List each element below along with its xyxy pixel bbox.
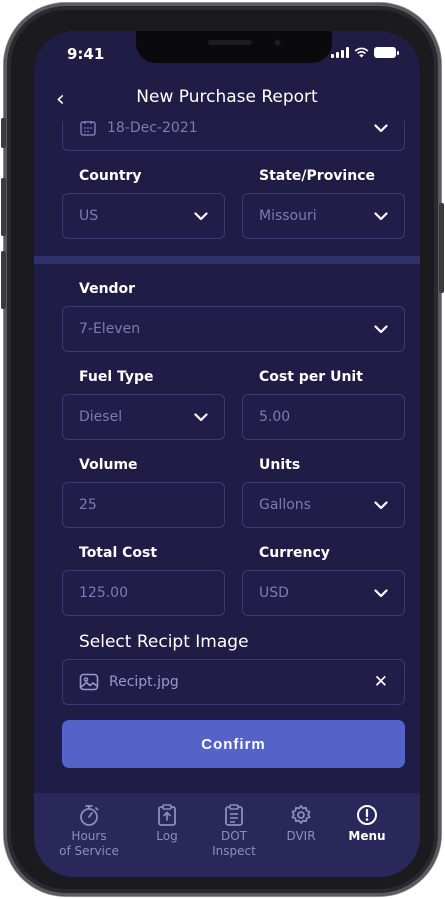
tab-label: Inspect bbox=[212, 844, 256, 858]
vendor-value: 7-Eleven bbox=[79, 321, 141, 337]
volume-down-button bbox=[1, 251, 6, 309]
fuel-type-label: Fuel Type bbox=[79, 369, 154, 385]
tab-dvir[interactable]: DVIR bbox=[276, 803, 326, 844]
chevron-down-icon bbox=[374, 121, 388, 135]
clipboard-list-icon bbox=[225, 804, 243, 826]
chevron-down-icon bbox=[374, 586, 388, 600]
battery-icon bbox=[374, 47, 399, 58]
country-value: US bbox=[79, 208, 99, 224]
state-value: Missouri bbox=[259, 208, 317, 224]
tab-label: DVIR bbox=[286, 829, 316, 843]
country-label: Country bbox=[79, 168, 142, 184]
total-cost-value: 125.00 bbox=[79, 585, 128, 601]
calendar-icon bbox=[80, 121, 96, 136]
wifi-icon bbox=[354, 47, 369, 58]
currency-label: Currency bbox=[259, 545, 330, 561]
confirm-button[interactable]: Confirm bbox=[62, 720, 405, 768]
units-value: Gallons bbox=[259, 497, 311, 513]
section-divider bbox=[34, 256, 420, 264]
volume-input[interactable]: 25 bbox=[62, 482, 225, 528]
stopwatch-icon bbox=[80, 805, 99, 826]
tab-label: Hours bbox=[71, 829, 107, 843]
chevron-down-icon bbox=[194, 410, 208, 424]
tab-label: of Service bbox=[59, 844, 119, 858]
date-value: 18-Dec-2021 bbox=[107, 121, 198, 136]
state-select[interactable]: Missouri bbox=[242, 193, 405, 239]
bottom-tab-bar: Hours of Service Log DOT Inspect DVIR Me… bbox=[34, 793, 420, 877]
volume-up-button bbox=[1, 178, 6, 236]
gear-icon bbox=[291, 805, 311, 824]
vendor-label: Vendor bbox=[79, 281, 136, 297]
state-label: State/Province bbox=[259, 168, 375, 184]
clear-file-button[interactable]: ✕ bbox=[374, 672, 388, 692]
info-icon bbox=[357, 805, 377, 825]
total-cost-label: Total Cost bbox=[79, 545, 158, 561]
country-select[interactable]: US bbox=[62, 193, 225, 239]
chevron-down-icon bbox=[374, 322, 388, 336]
cost-per-unit-value: 5.00 bbox=[259, 409, 291, 425]
phone-frame: 9:41 ‹ New Purchase Report 18-Dec-2021 C… bbox=[1, 3, 444, 896]
status-icons bbox=[331, 47, 399, 58]
tab-dot-inspect[interactable]: DOT Inspect bbox=[204, 803, 264, 859]
speaker-grille bbox=[208, 40, 252, 45]
cost-per-unit-input[interactable]: 5.00 bbox=[242, 394, 405, 440]
mute-switch bbox=[1, 118, 6, 148]
image-icon bbox=[79, 673, 99, 691]
date-field[interactable]: 18-Dec-2021 bbox=[62, 121, 405, 151]
cost-per-unit-label: Cost per Unit bbox=[259, 369, 363, 385]
volume-label: Volume bbox=[79, 457, 138, 473]
power-button bbox=[439, 203, 444, 293]
clipboard-upload-icon bbox=[158, 804, 176, 826]
form-content: 18-Dec-2021 Country State/Province US Mi… bbox=[34, 121, 420, 791]
currency-value: USD bbox=[259, 585, 289, 601]
status-time: 9:41 bbox=[67, 45, 105, 63]
tab-label: Log bbox=[156, 829, 178, 843]
page-title: New Purchase Report bbox=[136, 87, 318, 107]
volume-value: 25 bbox=[79, 497, 97, 513]
tab-label: DOT bbox=[220, 829, 247, 843]
fuel-type-value: Diesel bbox=[79, 409, 123, 425]
vendor-select[interactable]: 7-Eleven bbox=[62, 306, 405, 352]
notch bbox=[136, 31, 332, 63]
tab-log[interactable]: Log bbox=[142, 803, 192, 844]
units-select[interactable]: Gallons bbox=[242, 482, 405, 528]
fuel-type-select[interactable]: Diesel bbox=[62, 394, 225, 440]
chevron-down-icon bbox=[374, 209, 388, 223]
receipt-label: Select Recipt Image bbox=[79, 632, 249, 652]
tab-label: Menu bbox=[348, 829, 386, 843]
tab-hours-of-service[interactable]: Hours of Service bbox=[56, 803, 122, 859]
header: ‹ New Purchase Report bbox=[34, 81, 420, 121]
camera-icon bbox=[273, 38, 282, 47]
chevron-down-icon bbox=[374, 498, 388, 512]
receipt-file-name: Recipt.jpg bbox=[109, 674, 179, 690]
currency-select[interactable]: USD bbox=[242, 570, 405, 616]
tab-menu[interactable]: Menu bbox=[339, 803, 395, 844]
units-label: Units bbox=[259, 457, 301, 473]
signal-icon bbox=[331, 47, 349, 58]
receipt-file-field[interactable]: Recipt.jpg ✕ bbox=[62, 659, 405, 705]
total-cost-input[interactable]: 125.00 bbox=[62, 570, 225, 616]
screen: 9:41 ‹ New Purchase Report 18-Dec-2021 C… bbox=[34, 31, 420, 877]
chevron-down-icon bbox=[194, 209, 208, 223]
